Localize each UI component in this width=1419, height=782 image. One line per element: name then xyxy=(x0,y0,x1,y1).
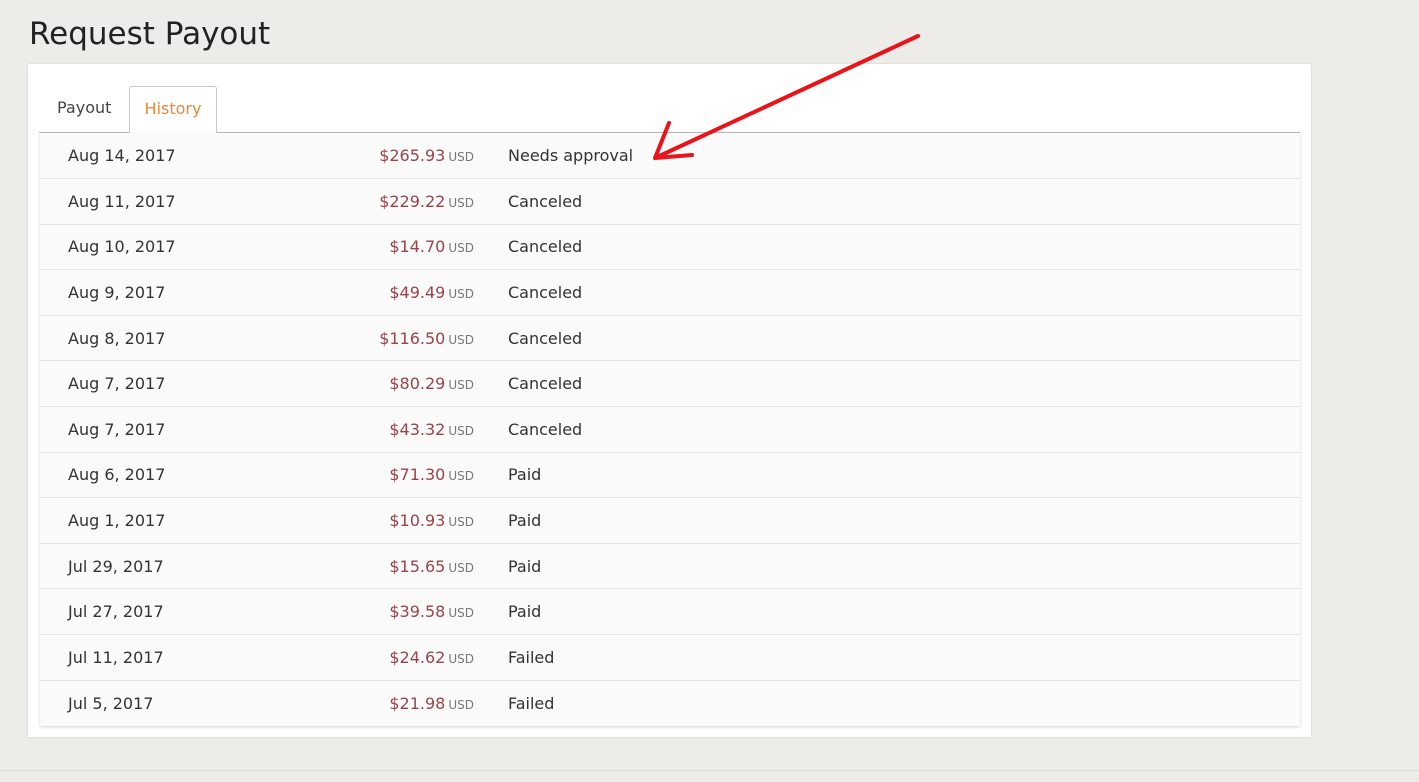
payout-status: Canceled xyxy=(508,237,583,257)
payout-amount-cell: $229.22 USD xyxy=(268,179,508,225)
payout-amount: $24.62 xyxy=(389,647,446,667)
tab-history[interactable]: History xyxy=(129,86,217,133)
table-row: Jul 29, 2017 $15.65 USD Paid xyxy=(40,543,1300,589)
table-row: Aug 1, 2017 $10.93 USD Paid xyxy=(40,497,1300,544)
table-row: Jul 27, 2017 $39.58 USD Paid xyxy=(40,588,1300,635)
payout-date: Aug 10, 2017 xyxy=(68,237,176,257)
payout-amount-cell: $265.93 USD xyxy=(268,133,508,179)
payout-amount: $14.70 xyxy=(389,237,446,257)
payout-amount-cell: $21.98 USD xyxy=(268,680,508,726)
payout-status: Paid xyxy=(508,465,542,485)
payout-amount-cell: $80.29 USD xyxy=(268,361,508,407)
payout-date: Aug 9, 2017 xyxy=(68,283,166,303)
payout-amount: $49.49 xyxy=(389,283,446,303)
payout-amount-cell: $116.50 USD xyxy=(268,315,508,361)
payout-amount: $21.98 xyxy=(389,693,446,713)
payout-status: Failed xyxy=(508,647,555,667)
payout-amount-cell: $39.58 USD xyxy=(268,589,508,635)
payout-amount-cell: $49.49 USD xyxy=(268,270,508,316)
payout-currency: USD xyxy=(448,515,474,530)
payout-currency: USD xyxy=(448,287,474,302)
payout-status: Paid xyxy=(508,556,542,576)
payout-amount-cell: $14.70 USD xyxy=(268,224,508,270)
payout-currency: USD xyxy=(448,195,474,210)
payout-currency: USD xyxy=(448,378,474,393)
payout-currency: USD xyxy=(448,332,474,347)
payout-history-table: Aug 14, 2017 $265.93 USD Needs approval Aug … xyxy=(40,133,1300,726)
table-row: Aug 9, 2017 $49.49 USD Canceled xyxy=(40,269,1300,316)
table-row: Aug 10, 2017 $14.70 USD Canceled xyxy=(40,224,1300,270)
payout-date: Aug 7, 2017 xyxy=(68,419,166,439)
payout-currency: USD xyxy=(448,606,474,621)
payout-status: Canceled xyxy=(508,191,583,211)
payout-amount: $10.93 xyxy=(389,511,446,531)
payout-currency: USD xyxy=(448,560,474,575)
table-row: Aug 7, 2017 $43.32 USD Canceled xyxy=(40,406,1300,453)
payout-history-body: Aug 14, 2017 $265.93 USD Needs approval Aug … xyxy=(40,133,1300,726)
payout-date: Aug 1, 2017 xyxy=(68,511,166,531)
table-row: Aug 7, 2017 $80.29 USD Canceled xyxy=(40,360,1300,407)
payout-date: Jul 29, 2017 xyxy=(68,556,164,576)
payout-amount: $43.32 xyxy=(389,419,446,439)
payout-status: Canceled xyxy=(508,374,583,394)
payout-status: Paid xyxy=(508,511,542,531)
payout-amount-cell: $15.65 USD xyxy=(268,543,508,589)
payout-amount-cell: $24.62 USD xyxy=(268,635,508,681)
table-row: Jul 5, 2017 $21.98 USD Failed xyxy=(40,680,1300,726)
table-row: Jul 11, 2017 $24.62 USD Failed xyxy=(40,634,1300,681)
payout-date: Aug 11, 2017 xyxy=(68,191,176,211)
payout-amount: $229.22 xyxy=(379,191,446,211)
payout-amount: $265.93 xyxy=(379,146,446,166)
payout-amount-cell: $43.32 USD xyxy=(268,407,508,453)
table-row: Aug 11, 2017 $229.22 USD Canceled xyxy=(40,178,1300,225)
table-row: Aug 8, 2017 $116.50 USD Canceled xyxy=(40,315,1300,361)
payout-currency: USD xyxy=(448,469,474,484)
payout-amount: $116.50 xyxy=(379,328,446,348)
payout-currency: USD xyxy=(448,423,474,438)
payout-status: Canceled xyxy=(508,283,583,303)
payout-date: Aug 8, 2017 xyxy=(68,328,166,348)
tab-bar: Payout History xyxy=(39,86,1300,133)
payout-amount-cell: $71.30 USD xyxy=(268,452,508,498)
table-row: Aug 6, 2017 $71.30 USD Paid xyxy=(40,452,1300,498)
payout-date: Jul 11, 2017 xyxy=(68,647,164,667)
payout-date: Aug 6, 2017 xyxy=(68,465,166,485)
payout-status: Paid xyxy=(508,602,542,622)
table-row: Aug 14, 2017 $265.93 USD Needs approval xyxy=(40,133,1300,179)
payout-currency: USD xyxy=(448,150,474,165)
payout-amount: $71.30 xyxy=(389,465,446,485)
payout-status: Canceled xyxy=(508,419,583,439)
payout-currency: USD xyxy=(448,651,474,666)
payout-status: Needs approval xyxy=(508,146,634,166)
tab-payout[interactable]: Payout xyxy=(40,86,128,132)
payout-status: Canceled xyxy=(508,328,583,348)
payout-date: Jul 27, 2017 xyxy=(68,602,164,622)
payout-amount: $39.58 xyxy=(389,602,446,622)
payout-date: Aug 14, 2017 xyxy=(68,146,176,166)
payout-currency: USD xyxy=(448,697,474,712)
page-title: Request Payout xyxy=(29,16,271,52)
payout-amount-cell: $10.93 USD xyxy=(268,498,508,544)
payout-currency: USD xyxy=(448,241,474,256)
footer-divider xyxy=(0,770,1419,771)
payout-card: Payout History Aug 14, 2017 $265.93 USD Nee… xyxy=(28,64,1311,737)
payout-amount: $80.29 xyxy=(389,374,446,394)
payout-amount: $15.65 xyxy=(389,556,446,576)
payout-date: Jul 5, 2017 xyxy=(68,693,154,713)
payout-status: Failed xyxy=(508,693,555,713)
payout-date: Aug 7, 2017 xyxy=(68,374,166,394)
